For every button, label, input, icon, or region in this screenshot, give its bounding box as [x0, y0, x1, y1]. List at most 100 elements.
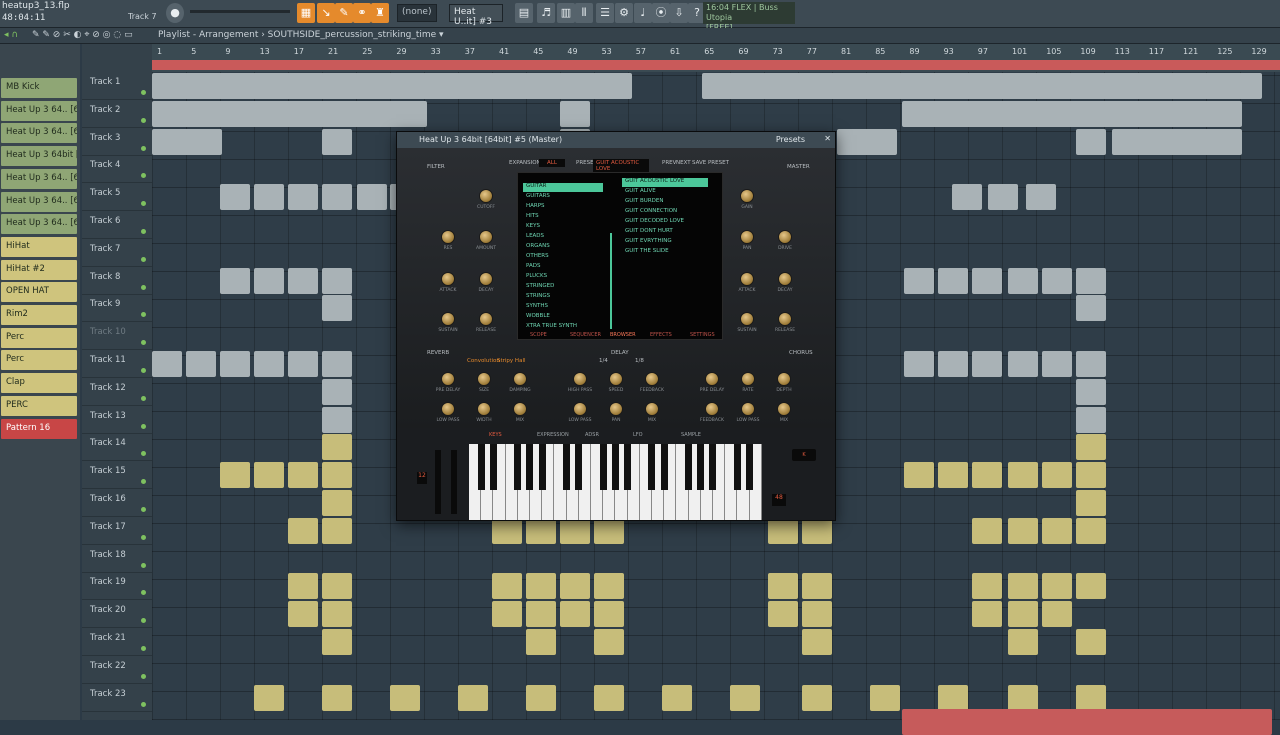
pattern-clip[interactable] — [938, 351, 968, 377]
record-icon[interactable]: ⦿ — [652, 3, 670, 23]
knob[interactable] — [777, 402, 791, 416]
playlist-icon[interactable]: ☰ — [596, 3, 614, 23]
pattern-clip[interactable] — [1112, 128, 1242, 155]
save-preset-button[interactable]: SAVE PRESET — [692, 160, 729, 166]
save-icon[interactable]: ⇩ — [670, 3, 688, 23]
track-mute-icon[interactable] — [141, 395, 146, 401]
knob[interactable] — [477, 372, 491, 386]
knob[interactable] — [741, 402, 755, 416]
pattern-clip[interactable] — [220, 462, 250, 489]
plugin-titlebar[interactable]: Heat Up 3 64bit [64bit] #5 (Master) Pres… — [397, 132, 835, 148]
pattern-clip[interactable] — [1042, 462, 1072, 489]
pattern-clip[interactable] — [526, 601, 556, 628]
black-key[interactable] — [660, 444, 668, 490]
master-volume-knob[interactable]: ● — [166, 3, 184, 23]
pattern-clip[interactable] — [322, 100, 352, 127]
knob[interactable] — [441, 372, 455, 386]
pattern-clip[interactable] — [560, 517, 590, 544]
category-item[interactable]: LEADS — [523, 233, 603, 242]
pattern-clip[interactable] — [1076, 128, 1106, 155]
pattern-clip[interactable] — [1076, 378, 1106, 405]
bottom-tab[interactable]: EXPRESSION — [537, 432, 569, 438]
delay-value-2[interactable]: 1/8 — [635, 358, 644, 364]
track-header[interactable]: Track 12 — [82, 378, 152, 406]
track-mute-icon[interactable] — [141, 368, 146, 373]
knob[interactable] — [479, 312, 493, 326]
arrow-icon[interactable]: ◂ ∩ — [4, 30, 18, 40]
knob[interactable] — [645, 372, 659, 386]
pattern-clip[interactable] — [322, 517, 352, 544]
track-mute-icon[interactable] — [141, 618, 146, 624]
pattern-clip[interactable] — [254, 267, 284, 294]
category-item[interactable]: OTHERS — [523, 253, 603, 262]
pattern-clip[interactable] — [594, 629, 624, 655]
pattern-clip[interactable] — [152, 351, 182, 377]
category-item[interactable]: PLUCKS — [523, 273, 603, 282]
channel-item[interactable]: Perc — [1, 327, 77, 348]
pattern-clip[interactable] — [1076, 684, 1106, 711]
pattern-clip[interactable] — [560, 100, 590, 127]
loop-marker[interactable] — [152, 60, 1280, 70]
pattern-clip[interactable] — [1008, 629, 1038, 655]
pattern-clip[interactable] — [972, 462, 1002, 489]
pattern-clip[interactable] — [322, 601, 352, 628]
track-header[interactable]: Track 9 — [82, 294, 152, 323]
pattern-clip[interactable] — [938, 462, 968, 489]
pattern-clip[interactable] — [322, 629, 352, 655]
close-icon[interactable]: ✕ — [824, 134, 831, 143]
track-mute-icon[interactable] — [141, 117, 146, 123]
black-key[interactable] — [489, 444, 497, 490]
channel-item[interactable]: MB Kick — [1, 78, 77, 98]
browser-tab[interactable]: BROWSER — [610, 332, 636, 338]
channel-item[interactable]: PERC — [1, 395, 77, 416]
pattern-clip[interactable] — [492, 601, 522, 628]
bottom-tab[interactable]: LFO — [633, 432, 643, 438]
knob[interactable] — [609, 372, 623, 386]
track-header[interactable]: Track 10 — [82, 322, 152, 351]
pattern-clip[interactable] — [1076, 462, 1106, 489]
pattern-clip[interactable] — [322, 406, 352, 433]
pattern-clip[interactable] — [802, 629, 832, 655]
pattern-clip[interactable] — [938, 267, 968, 294]
knob[interactable] — [573, 402, 587, 416]
preset-item[interactable]: GUIT EVRYTHING — [622, 238, 708, 247]
track-mute-icon[interactable] — [141, 562, 146, 568]
track-header[interactable]: Track 5 — [82, 183, 152, 212]
pattern-clip[interactable] — [322, 684, 352, 711]
track-header[interactable]: Track 19 — [82, 572, 152, 601]
pattern-clip[interactable] — [1076, 100, 1106, 127]
pattern-clip[interactable] — [288, 184, 318, 211]
pattern-clip[interactable] — [288, 267, 318, 294]
pattern-clip[interactable] — [902, 708, 1272, 735]
category-item[interactable]: GUITARS — [523, 193, 603, 202]
knob[interactable] — [778, 312, 792, 326]
pattern-clip[interactable] — [1042, 351, 1072, 377]
pattern-clip[interactable] — [220, 184, 250, 211]
category-item[interactable]: HARPS — [523, 203, 603, 212]
pattern-clip[interactable] — [1042, 601, 1072, 628]
black-key[interactable] — [685, 444, 692, 490]
category-item[interactable]: SYNTHS — [523, 303, 603, 312]
pattern-clip[interactable] — [1042, 267, 1072, 294]
knob[interactable] — [609, 402, 623, 416]
black-key[interactable] — [648, 444, 656, 490]
bottom-tab[interactable]: KEYS — [489, 432, 502, 438]
track-header[interactable]: Track 4 — [82, 155, 152, 184]
knob[interactable] — [740, 272, 754, 286]
track-mute-icon[interactable] — [141, 646, 146, 651]
prev-button[interactable]: PREV — [662, 160, 676, 166]
black-key[interactable] — [697, 444, 705, 490]
knob[interactable] — [479, 189, 493, 203]
black-key[interactable] — [538, 444, 546, 490]
track-mute-icon[interactable] — [141, 284, 146, 290]
channel-item[interactable]: Heat Up 3 64.. [64bit] #6 — [1, 214, 77, 235]
piano-roll-icon[interactable]: ♬ — [537, 3, 555, 23]
black-key[interactable] — [599, 444, 607, 490]
pattern-clip[interactable] — [837, 128, 897, 155]
track-mute-icon[interactable] — [141, 90, 146, 95]
knob[interactable] — [740, 312, 754, 326]
snap-icon[interactable]: ▦ — [297, 3, 315, 23]
black-key[interactable] — [746, 444, 753, 490]
pattern-clip[interactable] — [492, 517, 522, 544]
pattern-clip[interactable] — [802, 601, 832, 628]
